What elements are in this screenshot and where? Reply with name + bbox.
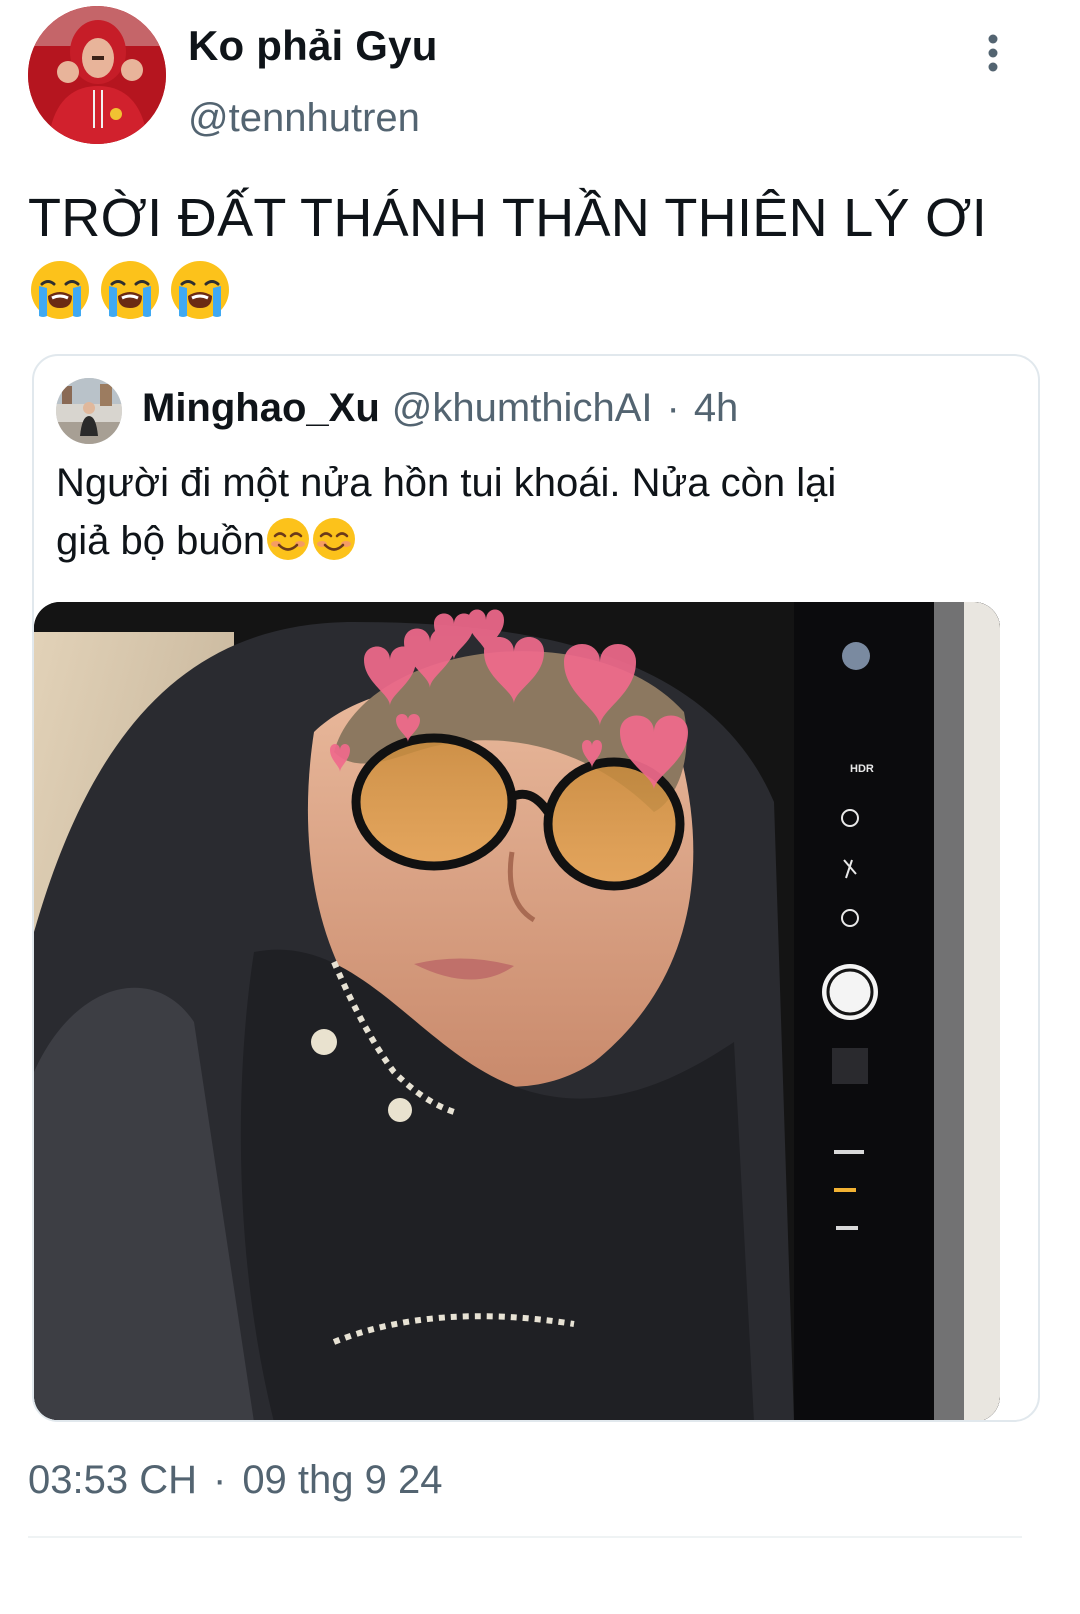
quoted-tweet-card[interactable]: Minghao_Xu @khumthichAI · 4h Người đi một n… [32, 354, 1040, 1422]
author-handle[interactable]: @tennhutren [188, 96, 420, 141]
footer-divider [28, 1536, 1022, 1538]
quoted-header-separator: · [666, 386, 680, 430]
tweet-date: 09 thg 9 24 [242, 1458, 443, 1502]
smiling-face-icon [267, 518, 310, 560]
more-options-button[interactable] [970, 30, 1016, 76]
author-avatar[interactable] [28, 6, 166, 144]
loudly-crying-face-icon [101, 261, 159, 319]
quoted-text-line-1: Người đi một nửa hồn tui khoái. Nửa còn … [56, 461, 837, 505]
quoted-tweet-text: Người đi một nửa hồn tui khoái. Nửa còn … [56, 454, 996, 570]
quoted-tweet-photo[interactable]: HDR [34, 602, 1000, 1420]
author-avatar-image [28, 6, 166, 144]
tweet-text: TRỜI ĐẤT THÁNH THẦN THIÊN LÝ ƠI [28, 188, 988, 248]
timestamp-separator: · [212, 1458, 227, 1502]
tweet-emoji-row [28, 258, 232, 322]
loudly-crying-face-icon [171, 261, 229, 319]
quoted-author-display-name[interactable]: Minghao_Xu [142, 386, 380, 430]
quoted-text-line-2-wrap: giả bộ buồn [56, 512, 996, 570]
quoted-author-handle[interactable]: @khumthichAI [392, 386, 653, 430]
quoted-tweet-time[interactable]: 4h [694, 386, 739, 430]
tweet-timestamp[interactable]: 03:53 CH · 09 thg 9 24 [28, 1458, 443, 1503]
author-display-name[interactable]: Ko phải Gyu [188, 22, 438, 70]
quoted-tweet-header: Minghao_Xu @khumthichAI · 4h [142, 386, 738, 431]
tweet-time: 03:53 CH [28, 1458, 197, 1502]
tweet-detail-view: Ko phải Gyu @tennhutren TRỜI ĐẤT THÁNH T… [0, 0, 1080, 1614]
quoted-author-avatar[interactable] [56, 378, 122, 444]
camera-hdr-label: HDR [850, 763, 874, 775]
loudly-crying-face-icon [31, 261, 89, 319]
quoted-author-avatar-image [56, 378, 122, 444]
more-vertical-icon [988, 34, 998, 72]
smiling-face-icon [313, 518, 356, 560]
selfie-photo-illustration: HDR [34, 602, 1000, 1420]
quoted-text-line-2: giả bộ buồn [56, 519, 266, 563]
